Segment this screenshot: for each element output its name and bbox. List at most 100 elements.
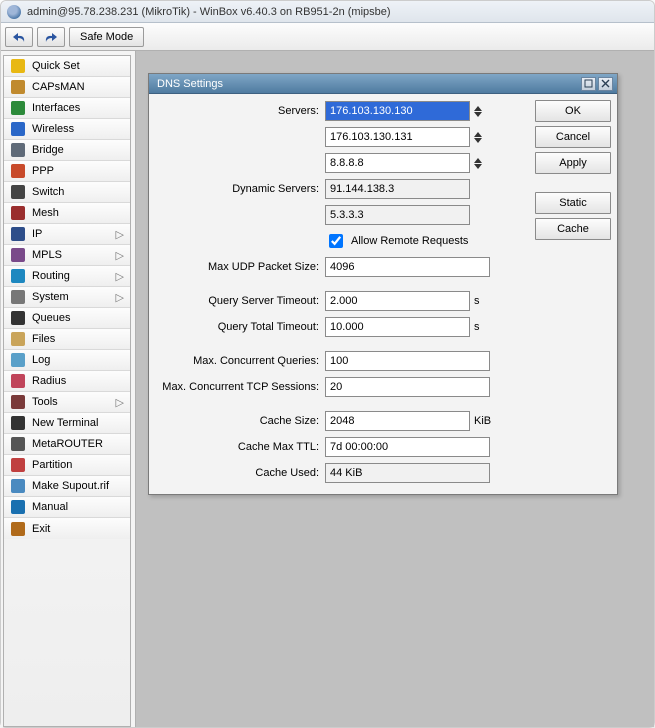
sidebar-item-label: PPP — [32, 165, 124, 177]
query-total-timeout-label: Query Total Timeout: — [155, 321, 325, 333]
sidebar-item-label: Switch — [32, 186, 124, 198]
safe-mode-label: Safe Mode — [80, 31, 133, 43]
apply-button[interactable]: Apply — [535, 152, 611, 174]
queues-icon — [10, 310, 26, 326]
dynamic-server-0 — [325, 179, 470, 199]
server-input-0[interactable] — [325, 101, 470, 121]
sidebar-item-label: Radius — [32, 375, 124, 387]
sidebar-item-label: MPLS — [32, 249, 114, 261]
interfaces-icon — [10, 100, 26, 116]
sidebar-item-routing[interactable]: Routing▷ — [4, 266, 130, 287]
dns-window-title: DNS Settings — [157, 78, 223, 90]
sidebar-item-label: Partition — [32, 459, 124, 471]
server-input-2[interactable] — [325, 153, 470, 173]
sidebar-item-queues[interactable]: Queues — [4, 308, 130, 329]
allow-remote-checkbox[interactable] — [329, 234, 343, 248]
sidebar-item-mpls[interactable]: MPLS▷ — [4, 245, 130, 266]
sidebar-item-label: MetaROUTER — [32, 438, 124, 450]
safe-mode-button[interactable]: Safe Mode — [69, 27, 144, 47]
dynamic-server-1 — [325, 205, 470, 225]
log-icon — [10, 352, 26, 368]
app-title: admin@95.78.238.231 (MikroTik) - WinBox … — [27, 6, 391, 18]
mpls-icon — [10, 247, 26, 263]
app-toolbar: Safe Mode — [1, 23, 654, 51]
routing-icon — [10, 268, 26, 284]
sidebar-item-exit[interactable]: Exit — [4, 518, 130, 539]
cache-used-value — [325, 463, 490, 483]
cache-size-label: Cache Size: — [155, 415, 325, 427]
sidebar-item-tools[interactable]: Tools▷ — [4, 392, 130, 413]
sidebar-item-files[interactable]: Files — [4, 329, 130, 350]
mesh-icon — [10, 205, 26, 221]
sidebar-item-bridge[interactable]: Bridge — [4, 140, 130, 161]
sidebar-item-switch[interactable]: Switch — [4, 182, 130, 203]
submenu-indicator-icon: ▷ — [114, 249, 124, 262]
sidebar-item-label: Bridge — [32, 144, 124, 156]
tools-icon — [10, 394, 26, 410]
window-close-button[interactable] — [598, 77, 613, 91]
dns-settings-window: DNS Settings Servers: — [148, 73, 618, 495]
max-concurrent-tcp-input[interactable] — [325, 377, 490, 397]
sidebar-item-label: Manual — [32, 501, 124, 513]
max-concurrent-tcp-label: Max. Concurrent TCP Sessions: — [155, 381, 325, 393]
dns-form: Servers: — [155, 100, 525, 488]
app-icon — [7, 5, 21, 19]
sidebar-item-label: Interfaces — [32, 102, 124, 114]
sidebar-item-log[interactable]: Log — [4, 350, 130, 371]
sidebar-item-label: New Terminal — [32, 417, 124, 429]
sidebar: Quick SetCAPsMAN Interfaces Wireless Bridge… — [1, 51, 136, 727]
dns-window-titlebar[interactable]: DNS Settings — [149, 74, 617, 94]
max-udp-label: Max UDP Packet Size: — [155, 261, 325, 273]
radius-icon — [10, 373, 26, 389]
sidebar-item-ppp[interactable]: PPP — [4, 161, 130, 182]
exit-icon — [10, 521, 26, 537]
app-titlebar: admin@95.78.238.231 (MikroTik) - WinBox … — [1, 1, 654, 23]
window-minimize-button[interactable] — [581, 77, 596, 91]
sidebar-item-label: Files — [32, 333, 124, 345]
server-1-spinner[interactable] — [474, 132, 482, 143]
sidebar-item-wireless[interactable]: Wireless — [4, 119, 130, 140]
terminal-icon — [10, 415, 26, 431]
cache-size-input[interactable] — [325, 411, 470, 431]
static-button[interactable]: Static — [535, 192, 611, 214]
sidebar-item-quick-set[interactable]: Quick Set — [4, 56, 130, 77]
ok-button[interactable]: OK — [535, 100, 611, 122]
metarouter-icon — [10, 436, 26, 452]
undo-button[interactable] — [5, 27, 33, 47]
sidebar-item-system[interactable]: System▷ — [4, 287, 130, 308]
capsman-icon — [10, 79, 26, 95]
sidebar-item-label: Make Supout.rif — [32, 480, 124, 492]
max-concurrent-queries-input[interactable] — [325, 351, 490, 371]
allow-remote-label: Allow Remote Requests — [351, 235, 468, 247]
server-2-spinner[interactable] — [474, 158, 482, 169]
cancel-button[interactable]: Cancel — [535, 126, 611, 148]
bridge-icon — [10, 142, 26, 158]
sidebar-item-label: Tools — [32, 396, 114, 408]
sidebar-item-radius[interactable]: Radius — [4, 371, 130, 392]
sidebar-item-partition[interactable]: Partition — [4, 455, 130, 476]
server-0-spinner[interactable] — [474, 106, 482, 117]
query-total-timeout-input[interactable] — [325, 317, 470, 337]
cache-max-ttl-label: Cache Max TTL: — [155, 441, 325, 453]
cache-size-unit: KiB — [474, 415, 500, 427]
sidebar-item-manual[interactable]: Manual — [4, 497, 130, 518]
sidebar-item-metarouter[interactable]: MetaROUTER — [4, 434, 130, 455]
query-server-timeout-input[interactable] — [325, 291, 470, 311]
submenu-indicator-icon: ▷ — [114, 396, 124, 409]
server-input-1[interactable] — [325, 127, 470, 147]
cache-used-label: Cache Used: — [155, 467, 325, 479]
sidebar-item-make-supout-rif[interactable]: Make Supout.rif — [4, 476, 130, 497]
cache-max-ttl-input[interactable] — [325, 437, 490, 457]
cache-button[interactable]: Cache — [535, 218, 611, 240]
sidebar-item-new-terminal[interactable]: New Terminal — [4, 413, 130, 434]
sidebar-item-capsman[interactable]: CAPsMAN — [4, 77, 130, 98]
sidebar-item-ip[interactable]: IP▷ — [4, 224, 130, 245]
sidebar-item-interfaces[interactable]: Interfaces — [4, 98, 130, 119]
sidebar-item-mesh[interactable]: Mesh — [4, 203, 130, 224]
submenu-indicator-icon: ▷ — [114, 291, 124, 304]
manual-icon — [10, 499, 26, 515]
sidebar-item-label: Queues — [32, 312, 124, 324]
max-concurrent-queries-label: Max. Concurrent Queries: — [155, 355, 325, 367]
max-udp-input[interactable] — [325, 257, 490, 277]
redo-button[interactable] — [37, 27, 65, 47]
